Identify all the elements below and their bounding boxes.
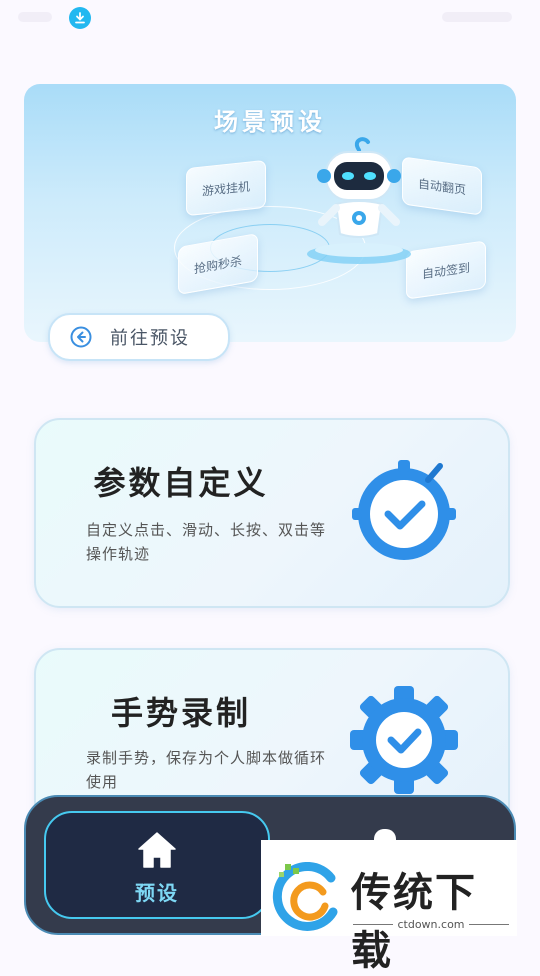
scene-preset-banner[interactable]: 场景预设 游戏挂机 自动翻页 抢购秒杀 自动签到 [24,84,516,342]
status-bar [0,0,540,36]
status-indicators-placeholder [442,12,512,22]
scene-card-label: 自动签到 [421,260,470,281]
feature-title: 手势录制 [110,694,251,732]
scene-card-game: 游戏挂机 [186,159,266,217]
stopwatch-check-icon [352,460,456,560]
download-icon [69,7,91,29]
home-icon [138,832,176,868]
nav-tab-label: 预设 [135,881,179,905]
custom-params-card[interactable]: 参数自定义 自定义点击、滑动、长按、双击等操作轨迹 [34,418,510,608]
banner-title: 场景预设 [214,108,326,136]
watermark-url: ctdown.com [397,918,465,931]
scene-card-label: 自动翻页 [417,176,466,197]
go-to-preset-button[interactable]: 前往预设 [48,313,230,361]
scene-card-checkin: 自动签到 [406,240,486,300]
scene-card-label: 游戏挂机 [201,178,250,199]
robot-mascot-icon [307,137,411,264]
watermark-logo-icon [272,862,338,931]
feature-description: 录制手势，保存为个人脚本做循环使用 [86,749,327,791]
scene-card-label: 抢购秒杀 [193,253,242,276]
feature-title: 参数自定义 [93,464,269,502]
feature-description: 自定义点击、滑动、长按、双击等操作轨迹 [86,521,327,563]
arrow-left-circle-icon [70,326,92,348]
nav-tab-preset[interactable]: 预设 [44,811,270,919]
watermark-overlay: 传统下载 ctdown.com [261,840,517,974]
status-time-placeholder [18,12,52,22]
go-to-preset-label: 前往预设 [110,328,190,349]
gear-check-icon [350,686,458,794]
